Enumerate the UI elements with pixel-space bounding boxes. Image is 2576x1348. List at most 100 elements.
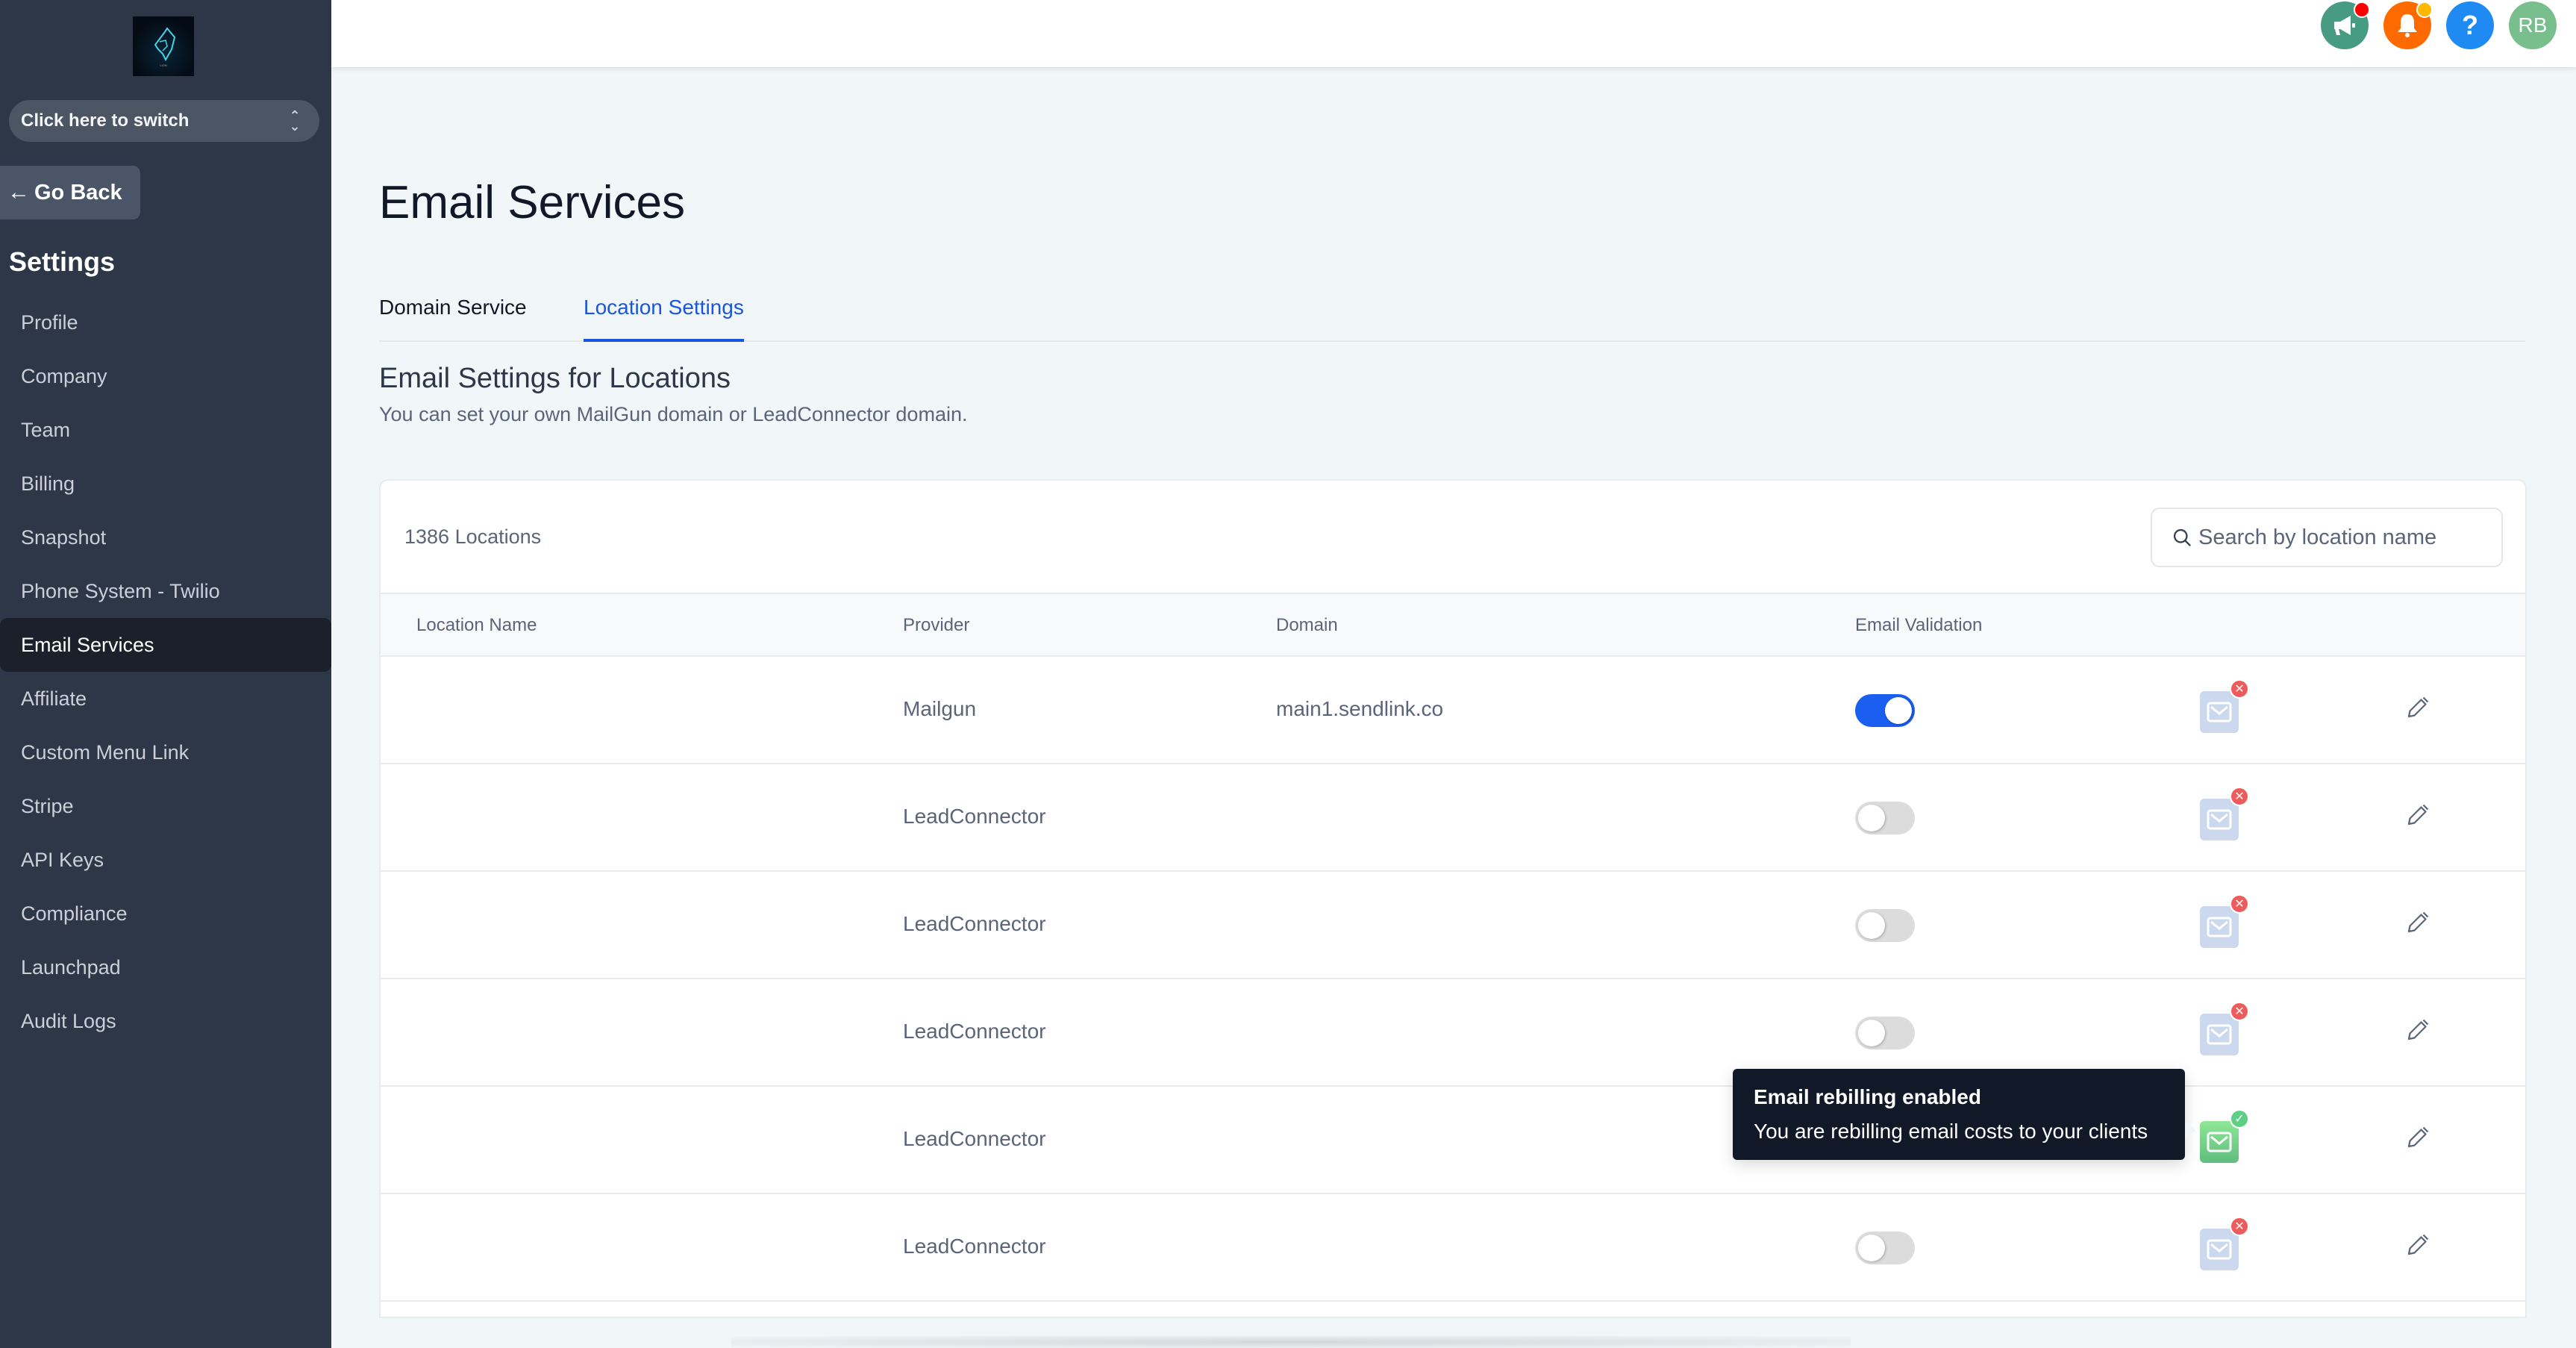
email-validation-toggle[interactable] xyxy=(1855,909,1915,942)
column-header-email-validation[interactable]: Email Validation xyxy=(1855,615,1982,636)
go-back-button[interactable]: ← Go Back xyxy=(0,166,140,219)
bell-glyph xyxy=(2398,14,2417,37)
location-switcher[interactable]: Click here to switch ⌃ ⌄ xyxy=(9,100,319,142)
table-row: LeadConnector ✓ xyxy=(381,1087,2525,1194)
pencil-glyph xyxy=(2407,696,2429,718)
mail-icon xyxy=(2200,799,2239,840)
notification-dot xyxy=(2354,1,2370,18)
toggle-knob xyxy=(1858,1235,1885,1261)
mail-icon xyxy=(2200,1014,2239,1055)
tab-domain-service[interactable]: Domain Service xyxy=(379,296,527,342)
x-badge-icon: ✕ xyxy=(2230,1217,2249,1236)
locations-table-card: 1386 Locations Location Name Provider Do… xyxy=(379,479,2527,1318)
sidebar-item-stripe[interactable]: Stripe xyxy=(0,779,331,833)
toggle-knob xyxy=(1858,1020,1885,1046)
envelope-glyph xyxy=(2207,702,2232,723)
x-badge-icon: ✕ xyxy=(2230,787,2249,806)
edit-pencil-icon[interactable] xyxy=(2404,1017,2431,1043)
mail-icon xyxy=(2200,1229,2239,1270)
sidebar-item-email-services[interactable]: Email Services xyxy=(0,618,331,672)
rebilling-disabled-icon[interactable]: ✕ xyxy=(2200,679,2249,733)
table-body: Mailgun main1.sendlink.co ✕ LeadConnector ✕ L… xyxy=(381,657,2525,1302)
sidebar-item-audit-logs[interactable]: Audit Logs xyxy=(0,994,331,1048)
provider-cell: LeadConnector xyxy=(903,912,1046,935)
sidebar-item-api-keys[interactable]: API Keys xyxy=(0,833,331,887)
arrow-left-icon: ← xyxy=(7,180,30,205)
sidebar-item-phone-system-twilio[interactable]: Phone System - Twilio xyxy=(0,564,331,618)
edit-pencil-icon[interactable] xyxy=(2404,802,2431,829)
edit-pencil-icon[interactable] xyxy=(2404,909,2431,936)
column-header-domain[interactable]: Domain xyxy=(1276,615,1338,636)
envelope-glyph xyxy=(2207,1132,2232,1152)
table-row: LeadConnector ✕ xyxy=(381,872,2525,979)
pencil-glyph xyxy=(2407,804,2429,826)
provider-cell: LeadConnector xyxy=(903,1235,1046,1258)
help-icon[interactable]: ? xyxy=(2446,1,2494,49)
pencil-glyph xyxy=(2407,1019,2429,1040)
sidebar-item-compliance[interactable]: Compliance xyxy=(0,887,331,940)
search-input[interactable] xyxy=(2198,525,2452,550)
edit-pencil-icon[interactable] xyxy=(2404,694,2431,721)
email-validation-toggle[interactable] xyxy=(1855,694,1915,727)
tooltip-title: Email rebilling enabled xyxy=(1754,1085,1981,1108)
rebilling-disabled-icon[interactable]: ✕ xyxy=(2200,894,2249,948)
page-title: Email Services xyxy=(379,177,685,228)
settings-menu: Profile Company Team Billing Snapshot Phone S… xyxy=(0,296,331,1048)
lion-logo-icon: LION xyxy=(154,27,176,67)
mail-icon xyxy=(2200,906,2239,948)
rebilling-disabled-icon[interactable]: ✕ xyxy=(2200,1002,2249,1055)
help-glyph: ? xyxy=(2462,10,2478,40)
svg-text:LION: LION xyxy=(160,63,166,67)
company-logo[interactable]: LION xyxy=(133,16,194,76)
rebilling-enabled-icon[interactable]: ✓ xyxy=(2200,1109,2249,1163)
provider-cell: LeadConnector xyxy=(903,805,1046,828)
envelope-glyph xyxy=(2207,1024,2232,1045)
pencil-glyph xyxy=(2407,1126,2429,1148)
check-badge-icon: ✓ xyxy=(2230,1109,2249,1129)
rebilling-disabled-icon[interactable]: ✕ xyxy=(2200,787,2249,840)
rebilling-tooltip: Email rebilling enabled You are rebillin… xyxy=(1733,1069,2195,1160)
settings-heading: Settings xyxy=(9,246,116,277)
tab-location-settings[interactable]: Location Settings xyxy=(584,296,744,342)
provider-cell: Mailgun xyxy=(903,697,977,720)
sidebar-item-billing[interactable]: Billing xyxy=(0,457,331,511)
sidebar-item-company[interactable]: Company xyxy=(0,349,331,403)
email-validation-toggle[interactable] xyxy=(1855,802,1915,834)
sidebar-item-profile[interactable]: Profile xyxy=(0,296,331,349)
toggle-knob xyxy=(1858,912,1885,939)
column-header-provider[interactable]: Provider xyxy=(903,615,969,636)
notification-dot xyxy=(2416,1,2433,18)
envelope-glyph xyxy=(2207,809,2232,830)
email-validation-toggle[interactable] xyxy=(1855,1232,1915,1264)
megaphone-icon[interactable] xyxy=(2321,1,2370,49)
sidebar-item-team[interactable]: Team xyxy=(0,403,331,457)
email-validation-toggle[interactable] xyxy=(1855,1017,1915,1049)
pencil-glyph xyxy=(2407,1234,2429,1255)
toggle-knob xyxy=(1885,697,1912,724)
mail-icon xyxy=(2200,691,2239,733)
edit-pencil-icon[interactable] xyxy=(2404,1232,2431,1258)
sidebar-item-launchpad[interactable]: Launchpad xyxy=(0,940,331,994)
section-subtitle: You can set your own MailGun domain or L… xyxy=(379,403,968,425)
toggle-knob xyxy=(1858,805,1885,831)
provider-cell: LeadConnector xyxy=(903,1127,1046,1150)
x-badge-icon: ✕ xyxy=(2230,894,2249,914)
rebilling-disabled-icon[interactable]: ✕ xyxy=(2200,1217,2249,1270)
provider-cell: LeadConnector xyxy=(903,1020,1046,1043)
sidebar-item-custom-menu-link[interactable]: Custom Menu Link xyxy=(0,726,331,779)
envelope-glyph xyxy=(2207,1239,2232,1260)
mail-icon xyxy=(2200,1121,2239,1163)
sidebar-item-snapshot[interactable]: Snapshot xyxy=(0,511,331,564)
envelope-glyph xyxy=(2207,917,2232,937)
search-box[interactable] xyxy=(2151,508,2503,567)
top-header: ? RB xyxy=(331,0,2576,67)
table-row: LeadConnector ✕ xyxy=(381,764,2525,872)
tab-bar: Domain Service Location Settings xyxy=(379,296,2525,342)
column-header-location-name[interactable]: Location Name xyxy=(416,615,537,636)
sidebar-item-affiliate[interactable]: Affiliate xyxy=(0,672,331,726)
edit-pencil-icon[interactable] xyxy=(2404,1124,2431,1151)
bell-icon[interactable] xyxy=(2383,1,2433,49)
locations-count: 1386 Locations xyxy=(404,525,542,548)
domain-cell: main1.sendlink.co xyxy=(1276,697,1444,720)
user-avatar[interactable]: RB xyxy=(2509,1,2557,49)
